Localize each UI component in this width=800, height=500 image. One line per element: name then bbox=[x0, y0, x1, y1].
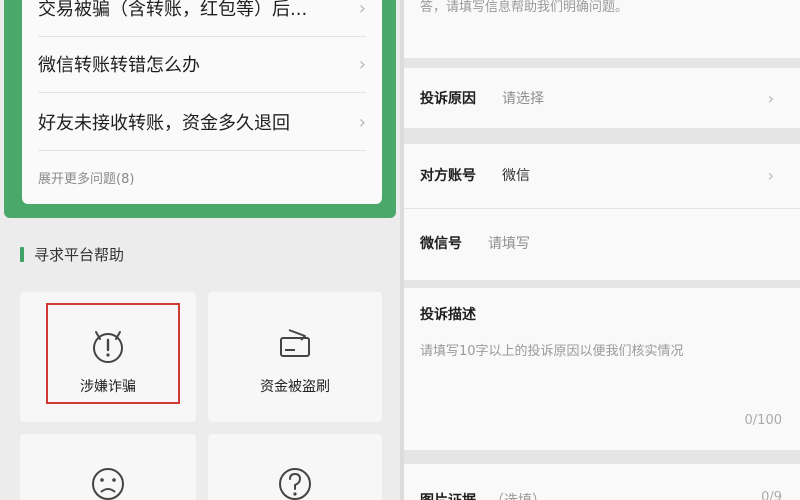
faq-item[interactable]: 交易被骗（含转账，红包等）后... › bbox=[38, 0, 366, 37]
chevron-right-icon: › bbox=[358, 111, 366, 133]
account-select[interactable]: 微信 bbox=[502, 165, 530, 185]
reason-label: 投诉原因 bbox=[420, 91, 476, 107]
account-row[interactable]: 对方账号 微信 › bbox=[404, 144, 800, 206]
faq-item-label: 交易被骗（含转账，红包等）后... bbox=[38, 0, 308, 20]
reason-row[interactable]: 投诉原因 请选择 › bbox=[404, 68, 800, 128]
description-char-count: 0/100 bbox=[744, 413, 782, 428]
reason-select[interactable]: 请选择 bbox=[502, 88, 544, 108]
description-label: 投诉描述 bbox=[420, 307, 476, 323]
chevron-right-icon: › bbox=[358, 0, 366, 19]
faq-card: 交易被骗（含转账，红包等）后... › 微信转账转错怎么办 › 好友未接收转账，… bbox=[22, 0, 382, 204]
chevron-right-icon: › bbox=[767, 165, 774, 185]
row-divider bbox=[404, 208, 800, 209]
card-icon bbox=[280, 329, 310, 357]
sad-face-icon bbox=[92, 468, 124, 500]
form-hint-text: 答，请填写信息帮助我们明确问题。 bbox=[420, 0, 629, 15]
section-accent-bar bbox=[20, 247, 24, 262]
chevron-right-icon: › bbox=[767, 88, 774, 108]
highlight-frame bbox=[46, 303, 180, 404]
photo-optional-tag: （选填） bbox=[490, 490, 546, 500]
faq-item[interactable]: 好友未接收转账，资金多久退回 › bbox=[38, 94, 366, 151]
photo-evidence-label: 图片证据 bbox=[420, 490, 476, 500]
faq-item-label: 微信转账转错怎么办 bbox=[38, 55, 200, 76]
faq-item[interactable]: 微信转账转错怎么办 › bbox=[38, 36, 366, 93]
help-tile-stolen-funds[interactable]: 资金被盗刷 bbox=[208, 292, 382, 422]
form-hint-block: 答，请填写信息帮助我们明确问题。 bbox=[404, 0, 800, 58]
faq-item-label: 好友未接收转账，资金多久退回 bbox=[38, 113, 290, 134]
chevron-right-icon: › bbox=[358, 53, 366, 75]
expand-more-link[interactable]: 展开更多问题(8) bbox=[38, 168, 134, 187]
section-title: 寻求平台帮助 bbox=[20, 244, 124, 265]
help-tile-dissatisfied[interactable] bbox=[20, 434, 196, 500]
photo-count: 0/9 bbox=[761, 490, 782, 500]
wechat-id-input[interactable]: 请填写 bbox=[488, 233, 530, 253]
help-center-panel: 交易被骗（含转账，红包等）后... › 微信转账转错怎么办 › 好友未接收转账，… bbox=[0, 0, 400, 500]
tile-label: 资金被盗刷 bbox=[260, 379, 330, 395]
wechat-id-label: 微信号 bbox=[420, 236, 462, 252]
help-tile-other[interactable] bbox=[208, 434, 382, 500]
description-textarea[interactable]: 请填写10字以上的投诉原因以便我们核实情况 bbox=[420, 340, 684, 359]
section-title-label: 寻求平台帮助 bbox=[34, 246, 125, 264]
complaint-form-panel: 答，请填写信息帮助我们明确问题。 投诉原因 请选择 › 对方账号 微信 › 微信… bbox=[404, 0, 800, 500]
wechat-id-row: 微信号 请填写 bbox=[404, 212, 800, 274]
account-label: 对方账号 bbox=[420, 168, 476, 184]
question-icon bbox=[279, 468, 311, 500]
